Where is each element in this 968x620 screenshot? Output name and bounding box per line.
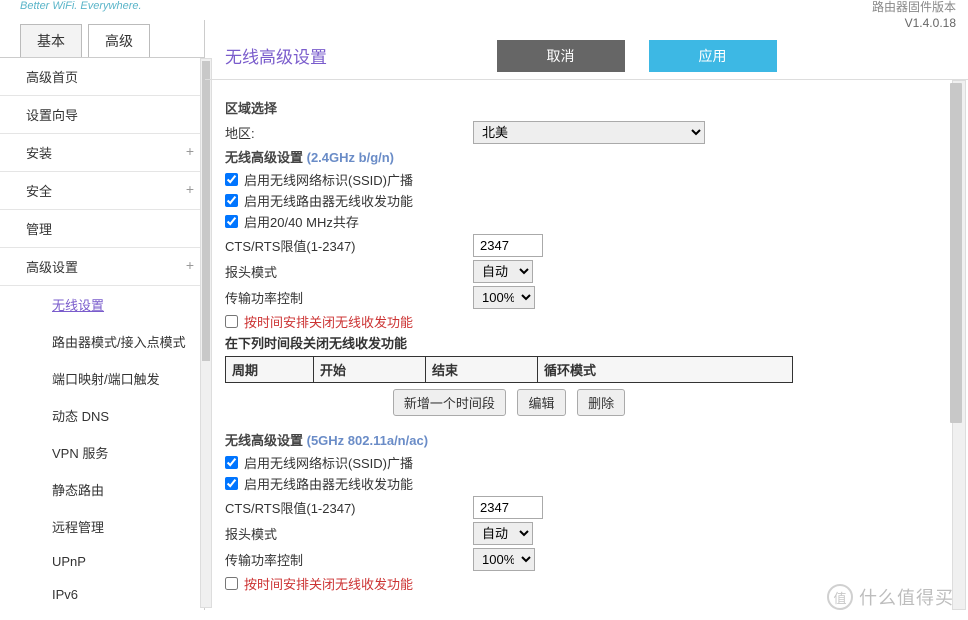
content-pane: 区域选择 地区: 北美 无线高级设置 (2.4GHz b/g/n) 启用无线网络… — [205, 80, 968, 610]
cts-label-24: CTS/RTS限值(1-2347) — [225, 236, 473, 255]
cts-input-5[interactable] — [473, 496, 543, 519]
sidebar-sub-vpn[interactable]: VPN 服务 — [0, 434, 204, 471]
edit-period-button[interactable]: 编辑 — [517, 389, 565, 416]
scrollbar-thumb[interactable] — [950, 83, 962, 423]
cts-label-5: CTS/RTS限值(1-2347) — [225, 498, 473, 517]
sidebar-sub-static-route[interactable]: 静态路由 — [0, 471, 204, 508]
cts-input-24[interactable] — [473, 234, 543, 257]
sidebar-sub-remote[interactable]: 远程管理 — [0, 508, 204, 545]
expand-icon: + — [186, 143, 194, 159]
add-period-button[interactable]: 新增一个时间段 — [393, 389, 506, 416]
sidebar-list: 高级首页 设置向导 安装+ 安全+ 管理 高级设置+ 无线设置 路由器模式/接入… — [0, 57, 204, 610]
expand-icon: + — [186, 181, 194, 197]
watermark: 值 什么值得买 — [827, 584, 954, 610]
txpower-select-24[interactable]: 100% — [473, 286, 535, 309]
cb-radio-enable-5-label: 启用无线路由器无线收发功能 — [244, 474, 413, 493]
sidebar-sub-mode[interactable]: 路由器模式/接入点模式 — [0, 323, 204, 360]
cb-ssid-broadcast-24[interactable] — [225, 173, 238, 186]
watermark-icon: 值 — [827, 584, 853, 610]
schedule-table-24: 周期 开始 结束 循环模式 — [225, 356, 793, 383]
expand-icon: + — [186, 257, 194, 273]
txpower-label-5: 传输功率控制 — [225, 550, 473, 569]
cb-radio-enable-24[interactable] — [225, 194, 238, 207]
cancel-button[interactable]: 取消 — [497, 40, 625, 72]
cb-ssid-broadcast-24-label: 启用无线网络标识(SSID)广播 — [244, 170, 413, 189]
tagline: Better WiFi. Everywhere. — [20, 0, 142, 12]
sidebar-sub-port[interactable]: 端口映射/端口触发 — [0, 360, 204, 397]
preamble-label-5: 报头模式 — [225, 524, 473, 543]
sidebar-item-setup-wizard[interactable]: 设置向导 — [0, 96, 204, 134]
cb-schedule-off-5-label: 按时间安排关闭无线收发功能 — [244, 574, 413, 593]
cb-2040-coexist-label: 启用20/40 MHz共存 — [244, 212, 359, 231]
sidebar-sub-upnp[interactable]: UPnP — [0, 545, 204, 578]
region-section-title: 区域选择 — [225, 98, 948, 117]
sidebar-sub-ipv6[interactable]: IPv6 — [0, 578, 204, 610]
sidebar-item-security[interactable]: 安全+ — [0, 172, 204, 210]
tab-advanced[interactable]: 高级 — [88, 24, 150, 57]
th-loop: 循环模式 — [538, 357, 793, 383]
th-period: 周期 — [226, 357, 314, 383]
cb-radio-enable-5[interactable] — [225, 477, 238, 490]
tab-row: 基本 高级 — [0, 20, 204, 57]
cb-ssid-broadcast-5[interactable] — [225, 456, 238, 469]
sidebar-item-install[interactable]: 安装+ — [0, 134, 204, 172]
version-label: 路由器固件版本 — [872, 0, 956, 16]
preamble-label-24: 报头模式 — [225, 262, 473, 281]
txpower-label-24: 传输功率控制 — [225, 288, 473, 307]
th-start: 开始 — [314, 357, 426, 383]
th-end: 结束 — [426, 357, 538, 383]
txpower-select-5[interactable]: 100% — [473, 548, 535, 571]
sidebar-sub-wireless[interactable]: 无线设置 — [0, 286, 204, 323]
region-select[interactable]: 北美 — [473, 121, 705, 144]
cb-ssid-broadcast-5-label: 启用无线网络标识(SSID)广播 — [244, 453, 413, 472]
band24-section-title: 无线高级设置 (2.4GHz b/g/n) — [225, 147, 948, 166]
sidebar: 基本 高级 高级首页 设置向导 安装+ 安全+ 管理 高级设置+ 无线设置 路由… — [0, 20, 205, 610]
watermark-text: 什么值得买 — [859, 584, 954, 610]
page-title: 无线高级设置 — [225, 43, 327, 68]
cb-schedule-off-5[interactable] — [225, 577, 238, 590]
page-title-row: 无线高级设置 取消 应用 — [205, 20, 968, 80]
cb-radio-enable-24-label: 启用无线路由器无线收发功能 — [244, 191, 413, 210]
cb-2040-coexist[interactable] — [225, 215, 238, 228]
sidebar-sub-ddns[interactable]: 动态 DNS — [0, 397, 204, 434]
delete-period-button[interactable]: 删除 — [577, 389, 625, 416]
cb-schedule-off-24-label: 按时间安排关闭无线收发功能 — [244, 312, 413, 331]
apply-button[interactable]: 应用 — [649, 40, 777, 72]
region-label: 地区: — [225, 123, 473, 142]
cb-schedule-off-24[interactable] — [225, 315, 238, 328]
sidebar-item-advanced-settings[interactable]: 高级设置+ — [0, 248, 204, 286]
sidebar-item-admin[interactable]: 管理 — [0, 210, 204, 248]
preamble-select-24[interactable]: 自动 — [473, 260, 533, 283]
content-scrollbar[interactable] — [952, 80, 966, 610]
preamble-select-5[interactable]: 自动 — [473, 522, 533, 545]
sidebar-item-advanced-home[interactable]: 高级首页 — [0, 58, 204, 96]
band5-section-title: 无线高级设置 (5GHz 802.11a/n/ac) — [225, 430, 948, 449]
schedule-note-24: 在下列时间段关闭无线收发功能 — [225, 333, 948, 352]
tab-basic[interactable]: 基本 — [20, 24, 82, 57]
